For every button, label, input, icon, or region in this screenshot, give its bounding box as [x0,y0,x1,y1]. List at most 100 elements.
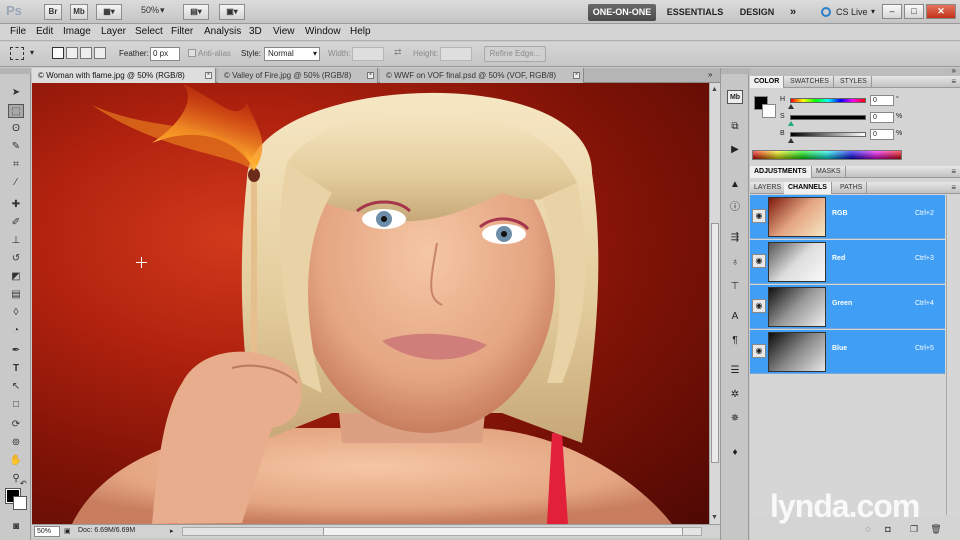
eraser-tool-icon[interactable]: ◩ [8,270,24,284]
notes-panel-icon[interactable]: ☰ [727,364,743,378]
channels-scrollbar[interactable] [946,195,960,515]
tab-layers[interactable]: LAYERS [750,182,787,194]
menu-edit[interactable]: Edit [36,26,53,37]
close-icon[interactable]: × [205,72,212,79]
quick-selection-tool-icon[interactable]: ✎ [8,140,24,154]
more-workspaces-button[interactable]: » [786,4,800,21]
menu-view[interactable]: View [273,26,295,37]
tool-presets-panel-icon[interactable]: ⊤ [727,280,743,294]
menu-analysis[interactable]: Analysis [204,26,241,37]
hue-slider[interactable] [790,98,866,103]
3d-rotate-tool-icon[interactable]: ⟳ [8,418,24,432]
style-select[interactable]: Normal [264,47,320,61]
saturation-slider[interactable] [790,115,866,120]
3d-orbit-tool-icon[interactable]: ⊚ [8,436,24,450]
status-zoom-field[interactable]: 50% [34,526,60,537]
brightness-value[interactable]: 0 [870,129,894,140]
channel-row-green[interactable]: ◉ Green Ctrl+4 [750,285,945,329]
move-tool-icon[interactable]: ➤ [8,86,24,100]
mini-bridge-panel-icon[interactable]: Mb [727,90,743,104]
channel-row-rgb[interactable]: ◉ RGB Ctrl+2 [750,195,945,239]
tab-styles[interactable]: STYLES [836,76,872,88]
close-button[interactable]: ✕ [926,4,956,19]
close-icon[interactable]: × [573,72,580,79]
new-selection-icon[interactable] [52,47,64,59]
history-panel-icon[interactable]: ⧉ [727,120,743,134]
status-menu-icon[interactable]: ▸ [170,527,174,535]
info-panel-icon[interactable]: ⓘ [727,201,743,215]
refine-edge-button[interactable]: Refine Edge... [484,46,546,62]
new-channel-icon[interactable]: ❐ [908,524,920,536]
trash-icon[interactable]: 🗑 [930,524,942,536]
workspace-design[interactable]: DESIGN [734,4,780,21]
color-bg-swatch[interactable] [762,104,776,118]
bridge-button[interactable]: Br [44,4,62,20]
panel-menu-icon[interactable]: ≡ [951,76,956,88]
menu-layer[interactable]: Layer [101,26,126,37]
panels-collapse-bar[interactable]: » [750,66,960,76]
menu-file[interactable]: File [10,26,26,37]
eye-icon[interactable]: ◉ [752,254,766,268]
collapse-panels-icon[interactable]: » [952,66,956,75]
brightness-slider[interactable] [790,132,866,137]
menu-image[interactable]: Image [63,26,91,37]
saturation-slider-knob[interactable] [788,121,794,126]
pen-tool-icon[interactable]: ✒ [8,344,24,358]
view-extras-button[interactable]: ▦▾ [96,4,122,20]
document-canvas[interactable] [32,83,709,524]
navigator-panel-icon[interactable]: ▲ [727,178,743,192]
saturation-value[interactable]: 0 [870,112,894,123]
intersect-selection-icon[interactable] [94,47,106,59]
add-to-selection-icon[interactable] [66,47,78,59]
tab-wwf-on-vof[interactable]: © WWF on VOF final.psd @ 50% (VOF, RGB/8… [380,68,584,83]
doc-size-info[interactable]: Doc: 6.69M/6.69M [78,527,135,534]
background-color-swatch[interactable] [13,496,27,510]
marquee-tool-icon[interactable]: ⬚ [8,104,24,118]
animation-panel-icon[interactable]: ✵ [727,412,743,426]
history-brush-tool-icon[interactable]: ↺ [8,252,24,266]
clone-source-panel-icon[interactable]: ♁ [727,256,743,270]
tab-color[interactable]: COLOR [750,76,785,88]
crop-tool-icon[interactable]: ⌗ [8,158,24,172]
maximize-button[interactable]: □ [904,4,924,19]
menu-select[interactable]: Select [135,26,163,37]
marquee-preset-icon[interactable] [10,47,24,60]
screen-mode-button[interactable]: ▣▾ [219,4,245,20]
workspace-one-on-one[interactable]: ONE-ON-ONE [588,4,656,21]
minimize-button[interactable]: – [882,4,902,19]
quick-mask-icon[interactable]: ◙ [8,520,24,534]
horizontal-scrollbar[interactable] [182,527,702,536]
channel-row-blue[interactable]: ◉ Blue Ctrl+5 [750,330,945,374]
dodge-tool-icon[interactable]: ◔ [8,324,24,338]
subtract-from-selection-icon[interactable] [80,47,92,59]
blur-tool-icon[interactable]: ◊ [8,306,24,320]
character-panel-icon[interactable]: A [727,310,743,324]
type-tool-icon[interactable]: T [8,362,24,376]
swap-colors-icon[interactable]: ↶ [20,479,27,488]
tab-masks[interactable]: MASKS [812,166,846,178]
scroll-down-icon[interactable]: ▼ [710,513,719,522]
eye-icon[interactable]: ◉ [752,299,766,313]
path-selection-tool-icon[interactable]: ↖ [8,380,24,394]
gradient-tool-icon[interactable]: ▤ [8,288,24,302]
anti-alias-checkbox[interactable] [188,49,196,57]
3d-panel-icon[interactable]: ✲ [727,388,743,402]
lasso-tool-icon[interactable]: ʘ [8,122,24,136]
mini-bridge-button[interactable]: Mb [70,4,88,20]
tab-woman-with-flame[interactable]: © Woman with flame.jpg @ 50% (RGB/8) × [32,68,216,83]
shape-tool-icon[interactable]: □ [8,398,24,412]
actions-panel-icon[interactable]: ▶ [727,143,743,157]
clone-stamp-tool-icon[interactable]: ⊥ [8,234,24,248]
hand-tool-icon[interactable]: ✋ [8,454,24,468]
menu-window[interactable]: Window [305,26,341,37]
save-selection-icon[interactable]: ◘ [882,524,894,536]
brush-presets-panel-icon[interactable]: ⇶ [727,231,743,245]
panel-menu-icon[interactable]: ≡ [951,166,956,178]
eye-icon[interactable]: ◉ [752,344,766,358]
menu-filter[interactable]: Filter [171,26,193,37]
load-channel-selection-icon[interactable]: ◌ [862,524,874,536]
kuler-panel-icon[interactable]: ♦ [727,446,743,460]
feather-input[interactable]: 0 px [150,47,180,61]
hue-slider-knob[interactable] [788,104,794,109]
arrange-documents-button[interactable]: ▤▾ [183,4,209,20]
